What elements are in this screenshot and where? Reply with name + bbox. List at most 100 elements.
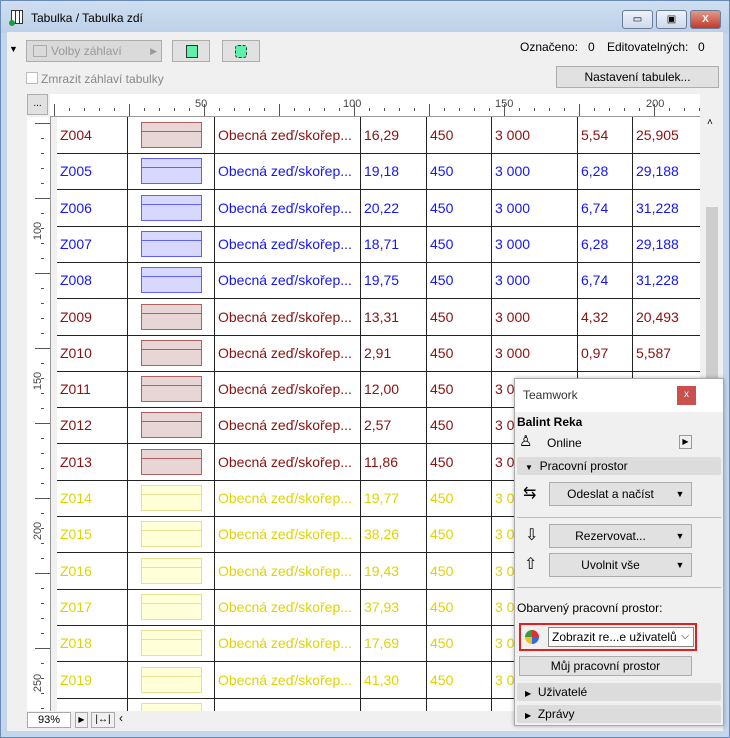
- header-options-button[interactable]: Volby záhlaví ▶: [26, 40, 162, 62]
- cell-c5[interactable]: 3 000: [491, 225, 577, 263]
- cell-c7[interactable]: 5,587: [632, 334, 700, 372]
- cell-id[interactable]: Z019: [57, 662, 127, 699]
- fit-width-button[interactable]: |↔|: [91, 712, 115, 728]
- cell-c7[interactable]: 31,228: [632, 262, 700, 300]
- cell-c6[interactable]: 4,32: [577, 298, 632, 336]
- reserve-dropdown[interactable]: ▼: [669, 524, 692, 548]
- cell-c7[interactable]: 31,228: [632, 189, 700, 227]
- schedule-settings-button[interactable]: Nastavení tabulek...: [556, 66, 719, 88]
- cell-swatch[interactable]: [127, 480, 214, 517]
- colored-workspace-select[interactable]: Zobrazit re...e uživatelů ⌵: [548, 627, 694, 647]
- cell-c3[interactable]: 41,30: [360, 661, 426, 699]
- table-row[interactable]: Z006 Obecná zeď/skořep... 20,22 450 3 000 6,7…: [57, 189, 700, 227]
- cell-id[interactable]: [57, 698, 127, 711]
- cell-c4[interactable]: 450: [426, 371, 491, 409]
- cell-swatch[interactable]: [127, 516, 214, 554]
- cell-id[interactable]: Z009: [57, 299, 127, 336]
- cell-name[interactable]: Obecná zeď/skořep...: [214, 407, 360, 445]
- cell-swatch[interactable]: [127, 371, 214, 409]
- cell-c6[interactable]: 6,74: [577, 189, 632, 227]
- status-menu-button[interactable]: ▶: [679, 435, 692, 449]
- table-row[interactable]: Z005 Obecná zeď/skořep... 19,18 450 3 000 6,2…: [57, 153, 700, 191]
- cell-c4[interactable]: 450: [426, 516, 491, 554]
- table-row[interactable]: Z010 Obecná zeď/skořep... 2,91 450 3 000 0,97…: [57, 334, 700, 372]
- cell-swatch[interactable]: [127, 552, 214, 590]
- cell-id[interactable]: Z004: [57, 117, 127, 154]
- cell-swatch[interactable]: [127, 189, 214, 227]
- cell-swatch[interactable]: [127, 443, 214, 481]
- cell-c5[interactable]: 3 000: [491, 117, 577, 154]
- cell-name[interactable]: [214, 697, 360, 711]
- zoom-menu-button[interactable]: ▶: [75, 712, 88, 728]
- cell-name[interactable]: Obecná zeď/skořep...: [214, 516, 360, 554]
- cell-id[interactable]: Z012: [57, 407, 127, 444]
- cell-c3[interactable]: 18,71: [360, 225, 426, 263]
- send-receive-dropdown[interactable]: ▼: [669, 482, 692, 506]
- cell-c3[interactable]: 19,43: [360, 552, 426, 590]
- minimize-button[interactable]: ▭: [622, 10, 653, 29]
- workspace-section-header[interactable]: ▼ Pracovní prostor: [517, 457, 721, 475]
- cell-c4[interactable]: 450: [426, 153, 491, 191]
- cell-id[interactable]: Z007: [57, 226, 127, 263]
- zoom-field[interactable]: 93%: [27, 712, 71, 728]
- cell-c6[interactable]: 5,54: [577, 117, 632, 154]
- cell-c3[interactable]: 2,91: [360, 334, 426, 372]
- cell-id[interactable]: Z013: [57, 444, 127, 481]
- cell-swatch[interactable]: [127, 298, 214, 336]
- cell-c3[interactable]: 17,69: [360, 625, 426, 663]
- cell-id[interactable]: Z010: [57, 335, 127, 372]
- table-row[interactable]: Z009 Obecná zeď/skořep... 13,31 450 3 000 4,3…: [57, 298, 700, 336]
- maximize-button[interactable]: ▣: [656, 10, 687, 29]
- cell-c4[interactable]: 450: [426, 225, 491, 263]
- cell-swatch[interactable]: [127, 407, 214, 445]
- cell-swatch[interactable]: [127, 117, 214, 154]
- cell-name[interactable]: Obecná zeď/skořep...: [214, 262, 360, 300]
- cell-c5[interactable]: 3 000: [491, 262, 577, 300]
- cell-c6[interactable]: 6,28: [577, 225, 632, 263]
- cell-c3[interactable]: 19,18: [360, 153, 426, 191]
- cell-c6[interactable]: 6,28: [577, 153, 632, 191]
- cell-c3[interactable]: 19,75: [360, 262, 426, 300]
- cell-c4[interactable]: 450: [426, 443, 491, 481]
- cell-c3[interactable]: 37,93: [360, 588, 426, 626]
- cell-c4[interactable]: 450: [426, 117, 491, 154]
- cell-c3[interactable]: 12,00: [360, 371, 426, 409]
- cell-c4[interactable]: [426, 697, 491, 711]
- cell-c3[interactable]: 16,29: [360, 117, 426, 154]
- cell-c4[interactable]: 450: [426, 661, 491, 699]
- cell-c4[interactable]: 450: [426, 588, 491, 626]
- cell-name[interactable]: Obecná zeď/skořep...: [214, 189, 360, 227]
- cell-name[interactable]: Obecná zeď/skořep...: [214, 480, 360, 517]
- cell-c3[interactable]: 13,31: [360, 298, 426, 336]
- cell-name[interactable]: Obecná zeď/skořep...: [214, 371, 360, 409]
- cell-c5[interactable]: 3 000: [491, 334, 577, 372]
- cell-name[interactable]: Obecná zeď/skořep...: [214, 625, 360, 663]
- cell-name[interactable]: Obecná zeď/skořep...: [214, 443, 360, 481]
- cell-c7[interactable]: 29,188: [632, 225, 700, 263]
- cell-c4[interactable]: 450: [426, 334, 491, 372]
- cell-c3[interactable]: 2,57: [360, 407, 426, 445]
- cell-c6[interactable]: 6,74: [577, 262, 632, 300]
- scroll-left-icon[interactable]: ‹: [119, 711, 123, 725]
- cell-name[interactable]: Obecná zeď/skořep...: [214, 661, 360, 699]
- cell-swatch[interactable]: [127, 588, 214, 626]
- users-section-header[interactable]: ▶ Uživatelé: [517, 683, 721, 701]
- teamwork-close-button[interactable]: x: [677, 386, 696, 405]
- cell-id[interactable]: Z006: [57, 190, 127, 227]
- cell-c4[interactable]: 450: [426, 480, 491, 517]
- cell-c5[interactable]: 3 000: [491, 189, 577, 227]
- cell-name[interactable]: Obecná zeď/skořep...: [214, 588, 360, 626]
- cell-c5[interactable]: 3 000: [491, 153, 577, 191]
- scroll-up-icon[interactable]: ˄: [707, 117, 713, 128]
- cell-swatch[interactable]: [127, 661, 214, 699]
- cell-name[interactable]: Obecná zeď/skořep...: [214, 552, 360, 590]
- cell-swatch[interactable]: [127, 262, 214, 300]
- my-workspace-button[interactable]: Můj pracovní prostor: [519, 656, 692, 676]
- cell-swatch[interactable]: [127, 625, 214, 663]
- cell-swatch[interactable]: [127, 697, 214, 711]
- cell-swatch[interactable]: [127, 225, 214, 263]
- cell-c4[interactable]: 450: [426, 625, 491, 663]
- messages-section-header[interactable]: ▶ Zprávy: [517, 705, 721, 723]
- cell-c7[interactable]: 29,188: [632, 153, 700, 191]
- cell-name[interactable]: Obecná zeď/skořep...: [214, 298, 360, 336]
